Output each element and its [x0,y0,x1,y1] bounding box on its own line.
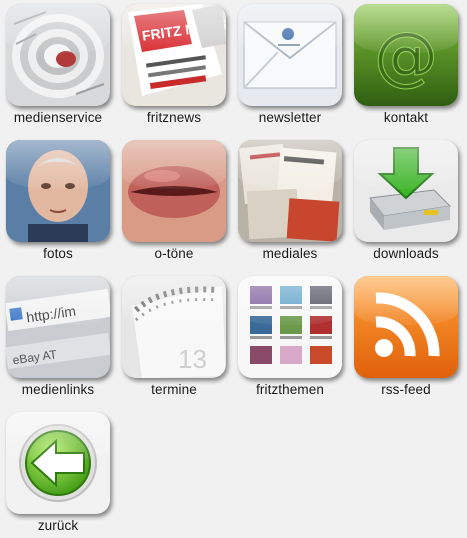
fotos-label: fotos [43,246,73,261]
fritz-news-newspaper-icon: FRITZ NEWS [122,4,226,106]
mouth-icon [122,140,226,242]
newsletter-label: newsletter [258,110,322,125]
newspapers-stack-icon [238,140,342,242]
fotos-tile[interactable]: fotos [0,136,116,266]
fritznews-label: fritznews [146,110,202,125]
medienlinks-label: medienlinks [21,382,95,397]
browser-address-bar-icon: http://im eBay AT [6,276,110,378]
mediales-tile[interactable]: mediales [232,136,348,266]
medienservice-label: medienservice [13,110,103,125]
kontakt-label: kontakt [383,110,429,125]
envelope-icon [238,4,342,106]
media-menu-grid: medienservice FRITZ NEWS fritznews newsl… [0,0,467,533]
downloads-tile[interactable]: downloads [348,136,464,266]
rss-feed-tile[interactable]: rss-feed [348,272,464,402]
kontakt-tile[interactable]: @ kontakt [348,0,464,130]
spiral-calendar-icon: 13 [122,276,226,378]
newsletter-tile[interactable]: newsletter [232,0,348,130]
themes-grid-icon [238,276,342,378]
termine-tile[interactable]: 13 termine [116,272,232,402]
medienlinks-tile[interactable]: http://im eBay AT medienlinks [0,272,116,402]
o-toene-tile[interactable]: o-töne [116,136,232,266]
svg-text:13: 13 [178,344,207,374]
rss-feed-label: rss-feed [381,382,431,397]
mediales-label: mediales [262,246,318,261]
rss-feed-icon [354,276,458,378]
downloads-label: downloads [373,246,439,261]
newspaper-roll-icon [6,4,110,106]
zurueck-tile[interactable]: zurück [0,408,116,538]
termine-label: termine [151,382,197,397]
fritzthemen-label: fritzthemen [256,382,324,397]
portrait-photo-icon [6,140,110,242]
svg-text:@: @ [374,20,438,94]
o-toene-label: o-töne [154,246,194,261]
medienservice-tile[interactable]: medienservice [0,0,116,130]
download-drive-icon [354,140,458,242]
back-arrow-icon [6,412,110,514]
fritznews-tile[interactable]: FRITZ NEWS fritznews [116,0,232,130]
at-sign-icon: @ [354,4,458,106]
fritzthemen-tile[interactable]: fritzthemen [232,272,348,402]
